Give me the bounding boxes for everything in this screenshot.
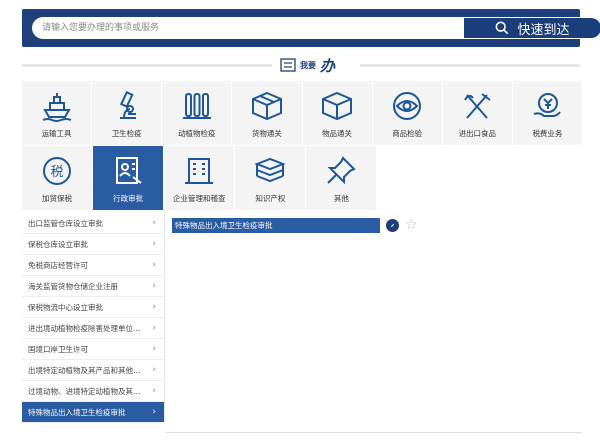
tile-label: 企业管理和稽查 [172, 194, 226, 203]
divider-left [22, 64, 272, 67]
test-tubes-icon [182, 93, 211, 119]
result-link[interactable]: 特殊物品出入境卫生检疫审批 [172, 218, 380, 233]
tile-goods-clearance[interactable]: 物品通关 [302, 81, 372, 145]
result-row: 特殊物品出入境卫生检疫审批 ☆ [172, 218, 418, 233]
tile-label: 货物通关 [251, 129, 282, 138]
tile-import-export-food[interactable]: 进出口食品 [442, 81, 512, 145]
tile-label: 商品检验 [392, 129, 423, 138]
chevron-right-icon: › [152, 239, 156, 249]
chevron-right-icon: › [152, 281, 156, 291]
section-banner: 办 [320, 56, 336, 75]
compass-icon[interactable] [386, 219, 399, 232]
list-item[interactable]: 过境动物、进境特定动植物及其产... › [22, 381, 164, 402]
building-icon [185, 158, 214, 184]
tile-intellectual-property[interactable]: 知识产权 [235, 146, 306, 210]
list-item[interactable]: 进出境动植物检疫除害处理单位核准 › [22, 318, 164, 339]
yuan-coin-icon [534, 93, 562, 117]
quick-go-button[interactable]: 快速到达 [464, 17, 600, 39]
tile-administrative-approval[interactable]: 行政审批 [93, 146, 164, 210]
list-item[interactable]: 出口监管仓库设立审批 › [22, 213, 164, 234]
category-row-2: 税 加贸保税 行政审批 企业管理和稽查 知识产权 其他 [22, 146, 582, 210]
tile-label: 行政审批 [113, 194, 144, 203]
list-item[interactable]: 保税物流中心设立审批 › [22, 297, 164, 318]
tile-label: 知识产权 [255, 194, 286, 203]
tile-health-quarantine[interactable]: 卫生检疫 [92, 81, 162, 145]
approval-doc-icon [116, 157, 142, 184]
svg-text:税: 税 [51, 165, 64, 180]
section-prefix: 我要 [300, 60, 316, 70]
microscope-icon [119, 90, 136, 119]
list-item[interactable]: 保税仓库设立审批 › [22, 234, 164, 255]
tile-animal-plant-quarantine[interactable]: 动植物检疫 [162, 81, 232, 145]
chevron-right-icon: › [152, 323, 156, 333]
chevron-right-icon: › [152, 344, 156, 354]
tile-label: 进出口食品 [458, 129, 497, 138]
tile-bonded-processing[interactable]: 税 加贸保税 [22, 146, 93, 210]
tile-label: 其他 [333, 194, 349, 203]
list-item[interactable]: 出境特定动植物及其产品和其他检... › [22, 360, 164, 381]
approval-sub-list: 出口监管仓库设立审批 › 保税仓库设立审批 › 免税商店经营许可 › 海关监管货物仓储… [22, 213, 165, 423]
tile-commodity-inspection[interactable]: 商品检验 [372, 81, 442, 145]
tile-label: 动植物检疫 [178, 129, 216, 138]
search-bar: 快速到达 [22, 9, 600, 47]
tile-label: 物品通关 [322, 129, 353, 138]
chevron-right-icon: › [152, 407, 156, 417]
chevron-right-icon: › [152, 302, 156, 312]
package-icon [322, 91, 353, 121]
chevron-right-icon: › [152, 386, 156, 396]
category-row-1: 运输工具 卫生检疫 动植物检疫 货物通关 物品通关 商品检验 进出口食品 税费业… [22, 81, 582, 145]
list-item-active[interactable]: 特殊物品出入境卫生检疫审批 › [22, 402, 164, 423]
tile-enterprise-management[interactable]: 企业管理和稽查 [164, 146, 235, 210]
checklist-icon [280, 58, 296, 72]
section-title: 我要 办 [280, 55, 335, 75]
category-grid: 运输工具 卫生检疫 动植物检疫 货物通关 物品通关 商品检验 进出口食品 税费业… [22, 81, 582, 211]
search-icon [496, 21, 509, 35]
chevron-right-icon: › [152, 365, 156, 375]
tax-badge-icon: 税 [43, 157, 72, 185]
star-icon[interactable]: ☆ [405, 218, 418, 232]
books-stack-icon [254, 157, 287, 183]
tile-label: 税费业务 [532, 129, 563, 138]
eye-inspect-icon [393, 92, 422, 120]
pushpin-icon [327, 156, 357, 185]
tile-label: 卫生检疫 [111, 129, 142, 138]
divider-right [360, 64, 580, 67]
tile-label: 加贸保税 [42, 194, 73, 203]
tile-transport[interactable]: 运输工具 [22, 81, 92, 145]
quick-go-label: 快速到达 [517, 22, 570, 38]
tile-other[interactable]: 其他 [306, 146, 377, 210]
list-item[interactable]: 国境口岸卫生许可 › [22, 339, 164, 360]
ship-icon [42, 93, 71, 122]
tile-cargo-clearance[interactable]: 货物通关 [232, 81, 302, 145]
cargo-box-icon [251, 91, 282, 121]
fork-knife-icon [464, 93, 491, 119]
result-panel: 特殊物品出入境卫生检疫审批 ☆ [166, 213, 582, 433]
section-header: 我要 办 [22, 55, 580, 75]
list-item[interactable]: 海关监管货物仓储企业注册 › [22, 276, 164, 297]
search-input[interactable] [32, 17, 464, 39]
list-item[interactable]: 免税商店经营许可 › [22, 255, 164, 276]
chevron-right-icon: › [152, 260, 156, 270]
chevron-right-icon: › [152, 218, 156, 228]
tile-tax-business[interactable]: 税费业务 [512, 81, 582, 145]
tile-label: 运输工具 [41, 129, 72, 138]
